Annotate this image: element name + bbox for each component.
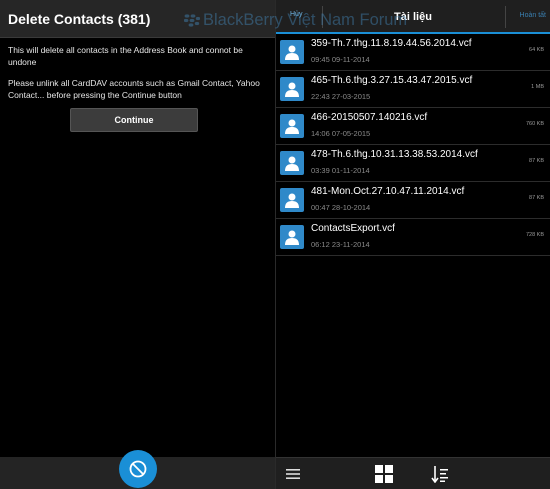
header-separator — [505, 6, 506, 28]
file-picker-title: Tài liệu — [394, 11, 432, 23]
file-name: 466-20150507.140216.vcf — [311, 112, 428, 123]
file-name: ContactsExport.vcf — [311, 223, 395, 234]
file-size: 760 KB — [525, 121, 544, 127]
continue-button[interactable]: Continue — [70, 108, 198, 132]
grid-view-icon[interactable] — [374, 464, 394, 484]
warning-message: This will delete all contacts in the Add… — [0, 38, 275, 116]
contact-file-icon — [280, 77, 304, 101]
cancel-action-button[interactable] — [119, 450, 157, 488]
file-list-item[interactable]: 359-Th.7.thg.11.8.19.44.56.2014.vcf 09:4… — [276, 34, 550, 71]
page-title: Delete Contacts (381) — [8, 10, 151, 27]
delete-warning-text: This will delete all contacts in the Add… — [8, 45, 243, 67]
contact-file-icon — [280, 151, 304, 175]
file-list-item[interactable]: 481-Mon.Oct.27.10.47.11.2014.vcf 00:47 2… — [276, 182, 550, 219]
file-size: 728 KB — [525, 232, 544, 238]
file-list-item[interactable]: ContactsExport.vcf 06:12 23-11-2014 728 … — [276, 219, 550, 256]
contact-file-icon — [280, 225, 304, 249]
file-picker-panel: Hủy Tài liệu Hoàn tất 359-Th.7.thg.11.8.… — [276, 0, 550, 489]
file-name: 465-Th.6.thg.3.27.15.43.47.2015.vcf — [311, 75, 473, 86]
file-list-item[interactable]: 465-Th.6.thg.3.27.15.43.47.2015.vcf 22:4… — [276, 71, 550, 108]
file-size: 87 KB — [529, 158, 544, 164]
file-date: 00:47 28-10-2014 — [311, 203, 371, 212]
file-date: 06:12 23-11-2014 — [311, 240, 370, 249]
file-picker-header: Hủy Tài liệu Hoàn tất — [276, 0, 550, 34]
file-size: 64 KB — [529, 47, 544, 53]
carddav-warning-text: Please unlink all CardDAV accounts such … — [8, 78, 260, 100]
file-date: 09:45 09-11-2014 — [311, 55, 370, 64]
file-name: 481-Mon.Oct.27.10.47.11.2014.vcf — [311, 186, 465, 197]
contact-file-icon — [280, 40, 304, 64]
file-date: 03:39 01-11-2014 — [311, 166, 370, 175]
delete-contacts-header: Delete Contacts (381) — [0, 0, 275, 38]
delete-contacts-panel: Delete Contacts (381) This will delete a… — [0, 0, 275, 489]
file-date: 22:43 27-03-2015 — [311, 92, 371, 101]
sort-icon[interactable] — [430, 464, 450, 484]
file-size: 1 MB — [531, 84, 544, 90]
menu-icon[interactable] — [283, 464, 303, 484]
contact-file-icon — [280, 114, 304, 138]
file-list: 359-Th.7.thg.11.8.19.44.56.2014.vcf 09:4… — [276, 34, 550, 256]
file-date: 14:06 07-05-2015 — [311, 129, 371, 138]
file-name: 359-Th.7.thg.11.8.19.44.56.2014.vcf — [311, 38, 472, 49]
file-list-item[interactable]: 466-20150507.140216.vcf 14:06 07-05-2015… — [276, 108, 550, 145]
done-button[interactable]: Hoàn tất — [520, 12, 546, 19]
file-list-item[interactable]: 478-Th.6.thg.10.31.13.38.53.2014.vcf 03:… — [276, 145, 550, 182]
file-picker-action-bar — [276, 457, 550, 489]
prohibited-icon — [129, 460, 147, 478]
file-size: 87 KB — [529, 195, 544, 201]
contact-file-icon — [280, 188, 304, 212]
file-name: 478-Th.6.thg.10.31.13.38.53.2014.vcf — [311, 149, 478, 160]
